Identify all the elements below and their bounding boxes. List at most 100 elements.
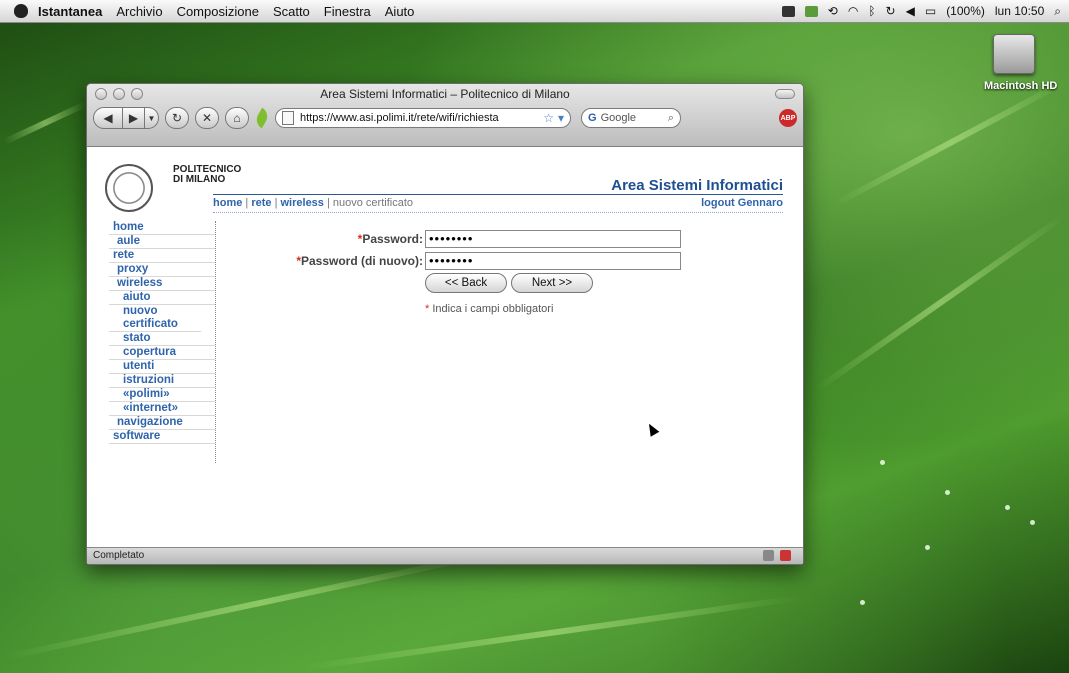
page-title: Area Sistemi Informatici (611, 177, 783, 194)
logout-link[interactable]: logout Gennaro (701, 197, 783, 209)
sidebar-item-navigazione[interactable]: navigazione (109, 416, 215, 430)
header-divider (213, 194, 783, 195)
polimi-logo[interactable] (105, 164, 153, 212)
battery-percent: (100%) (946, 4, 985, 18)
sidebar-item-aiuto[interactable]: aiuto (109, 291, 215, 305)
menu-bar: Istantanea Archivio Composizione Scatto … (0, 0, 1069, 23)
polimi-wordmark: POLITECNICO DI MILANO (173, 165, 241, 185)
breadcrumb-sep: | (274, 197, 278, 209)
sidebar-item-istruzioni[interactable]: istruzioni (109, 374, 215, 388)
reload-button[interactable]: ↻ (165, 107, 189, 129)
breadcrumb-rete[interactable]: rete (251, 197, 271, 209)
browser-chrome: Area Sistemi Informatici – Politecnico d… (87, 84, 803, 147)
home-button[interactable]: ⌂ (225, 107, 249, 129)
breadcrumb-current: nuovo certificato (332, 197, 414, 209)
breadcrumb: home | rete | wireless | nuovo certifica… (213, 197, 413, 209)
sidebar-item-polimi[interactable]: «polimi» (109, 388, 215, 402)
chevron-down-icon: ▼ (147, 113, 156, 123)
menu-aiuto[interactable]: Aiuto (385, 4, 415, 19)
security-icon[interactable] (763, 550, 774, 561)
url-text: https://www.asi.polimi.it/rete/wifi/rich… (300, 112, 499, 124)
sidebar-item-wireless[interactable]: wireless (109, 277, 215, 291)
breadcrumb-sep: | (245, 197, 249, 209)
stop-icon: ✕ (201, 111, 213, 125)
sidebar-nav: home aule rete proxy wireless aiuto nuov… (109, 221, 216, 463)
sidebar-item-aule[interactable]: aule (109, 235, 215, 249)
search-bar[interactable]: G Google ⌕ (581, 108, 681, 128)
spaces-icon[interactable] (804, 5, 818, 17)
back-form-button[interactable]: << Back (425, 273, 507, 293)
search-icon[interactable]: ⌕ (668, 112, 674, 125)
mouse-cursor (644, 421, 660, 437)
page-icon (282, 111, 294, 125)
password-row: *Password: •••••••• (215, 229, 695, 249)
menu-composizione[interactable]: Composizione (177, 4, 259, 19)
sidebar-item-stato[interactable]: stato (109, 332, 215, 346)
sidebar-item-copertura[interactable]: copertura (109, 346, 215, 360)
blocked-icon[interactable] (780, 550, 791, 561)
sidebar-item-nuovo-certificato[interactable]: nuovo certificato (109, 305, 201, 332)
clock[interactable]: lun 10:50 (995, 4, 1044, 18)
desktop-disk[interactable]: Macintosh HD (984, 34, 1058, 92)
menu-extras: ⟲ ◠ ᛒ ↻ ◀ ▭ (100%) lun 10:50 ⌕ (772, 0, 1061, 22)
password-field[interactable]: •••••••• (425, 230, 681, 248)
password-label: *Password: (357, 232, 423, 246)
menu-finestra[interactable]: Finestra (324, 4, 371, 19)
address-bar[interactable]: https://www.asi.polimi.it/rete/wifi/rich… (275, 108, 571, 128)
battery-icon[interactable]: ▭ (925, 4, 936, 18)
sidebar-item-software[interactable]: software (109, 430, 215, 444)
sidebar-item-rete[interactable]: rete (109, 249, 215, 263)
form-buttons: << Back Next >> (425, 273, 695, 293)
toolbar-toggle-button[interactable] (775, 89, 795, 99)
status-icons (757, 550, 791, 561)
browser-window: Area Sistemi Informatici – Politecnico d… (86, 83, 804, 565)
status-text: Completato (93, 550, 145, 561)
next-form-button[interactable]: Next >> (511, 273, 593, 293)
history-dropdown-button[interactable]: ▼ (145, 107, 159, 129)
menu-app-name[interactable]: Istantanea (38, 4, 102, 19)
page-content: POLITECNICO DI MILANO Area Sistemi Infor… (87, 147, 803, 545)
sync-icon[interactable]: ↻ (886, 4, 896, 18)
wifi-icon[interactable]: ◠ (848, 4, 858, 18)
breadcrumb-wireless[interactable]: wireless (281, 197, 324, 209)
menu-scatto[interactable]: Scatto (273, 4, 310, 19)
window-title: Area Sistemi Informatici – Politecnico d… (320, 87, 570, 101)
status-bar: Completato (87, 547, 803, 564)
stop-button[interactable]: ✕ (195, 107, 219, 129)
hard-disk-icon[interactable] (993, 34, 1035, 74)
sidebar-item-proxy[interactable]: proxy (109, 263, 215, 277)
url-dropdown-icon[interactable]: ▾ (558, 111, 564, 125)
menu-archivio[interactable]: Archivio (116, 4, 162, 19)
back-button[interactable]: ◀ (93, 107, 123, 129)
sidebar-item-internet[interactable]: «internet» (109, 402, 215, 416)
forward-button[interactable]: ▶ (123, 107, 145, 129)
navigation-toolbar: ◀ ▶ ▼ ↻ ✕ ⌂ https://www.asi.polimi.it/re… (93, 105, 797, 131)
back-arrow-icon: ◀ (103, 111, 113, 125)
volume-icon[interactable]: ◀ (906, 4, 915, 18)
subheader-divider (213, 212, 783, 213)
breadcrumb-sep: | (326, 197, 330, 209)
adblock-icon[interactable]: ABP (779, 109, 797, 127)
logo-text-line2: DI MILANO (173, 174, 226, 185)
disk-label: Macintosh HD (984, 80, 1058, 92)
sidebar-item-utenti[interactable]: utenti (109, 360, 215, 374)
leaf-icon (253, 107, 271, 129)
search-placeholder: Google (600, 112, 637, 124)
bluetooth-icon[interactable]: ᛒ (868, 4, 875, 18)
certificate-form: *Password: •••••••• *Password (di nuovo)… (215, 229, 695, 315)
google-icon: G (588, 112, 597, 124)
forward-arrow-icon: ▶ (128, 111, 139, 125)
breadcrumb-home[interactable]: home (213, 197, 242, 209)
bookmark-star-icon[interactable]: ☆ (543, 111, 554, 125)
reload-icon: ↻ (171, 111, 183, 125)
paw-icon[interactable] (781, 5, 795, 17)
spotlight-icon[interactable]: ⌕ (1054, 4, 1061, 19)
time-machine-icon[interactable]: ⟲ (828, 4, 838, 18)
password-again-field[interactable]: •••••••• (425, 252, 681, 270)
password-again-label: *Password (di nuovo): (296, 254, 423, 268)
home-icon: ⌂ (233, 111, 241, 125)
sidebar-item-home[interactable]: home (109, 221, 215, 235)
password-again-row: *Password (di nuovo): •••••••• (215, 251, 695, 271)
apple-menu-icon[interactable] (14, 4, 28, 18)
required-note: * Indica i campi obbligatori (425, 303, 554, 315)
